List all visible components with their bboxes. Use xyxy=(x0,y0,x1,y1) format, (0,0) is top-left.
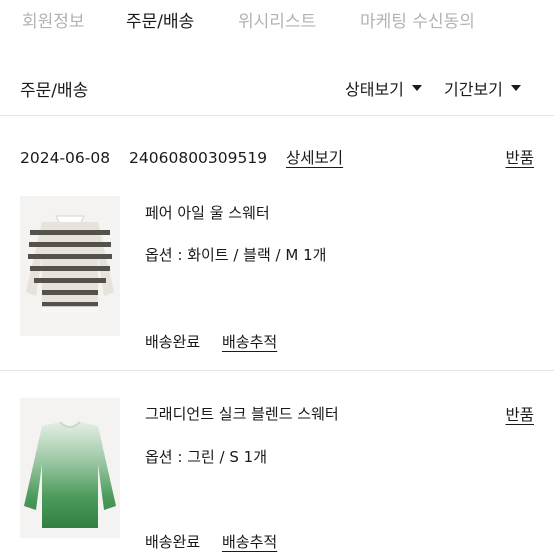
product-name[interactable]: 그래디언트 실크 블렌드 스웨터 xyxy=(145,403,339,424)
caret-down-icon xyxy=(411,85,422,91)
tracking-link[interactable]: 배송추적 xyxy=(222,331,277,352)
order-return-link[interactable]: 반품 xyxy=(505,146,534,168)
tabs-fade-overlay xyxy=(464,0,554,40)
item-return-link[interactable]: 반품 xyxy=(505,403,534,425)
order-date: 2024-06-08 xyxy=(20,149,111,167)
section-title: 주문/배송 xyxy=(20,81,89,101)
product-option: 옵션 : 그린 / S 1개 xyxy=(145,448,268,466)
order-header: 2024-06-08 24060800309519 상세보기 xyxy=(20,146,343,168)
product-option: 옵션 : 화이트 / 블랙 / M 1개 xyxy=(145,246,327,264)
delivery-status: 배송완료 xyxy=(145,533,201,551)
product-image-striped-sweater[interactable] xyxy=(20,196,120,336)
tracking-link[interactable]: 배송추적 xyxy=(222,531,277,552)
tab-member-info[interactable]: 회원정보 xyxy=(22,7,85,32)
mypage-tabs: 회원정보 주문/배송 위시리스트 마케팅 수신동의 xyxy=(0,0,554,40)
caret-down-icon xyxy=(510,85,521,91)
divider xyxy=(0,115,554,116)
status-filter-dropdown[interactable]: 상태보기 xyxy=(345,76,422,100)
product-image-green-gradient-sweater[interactable] xyxy=(20,398,120,538)
tab-marketing-consent[interactable]: 마케팅 수신동의 xyxy=(360,7,475,32)
order-number: 24060800309519 xyxy=(129,149,268,167)
tab-wishlist[interactable]: 위시리스트 xyxy=(238,7,316,32)
tab-order-delivery[interactable]: 주문/배송 xyxy=(126,7,194,32)
divider xyxy=(0,370,554,371)
status-filter-label: 상태보기 xyxy=(345,80,404,99)
period-filter-label: 기간보기 xyxy=(444,80,503,99)
product-name[interactable]: 페어 아일 울 스웨터 xyxy=(145,202,270,223)
delivery-status: 배송완료 xyxy=(145,333,201,351)
order-detail-link[interactable]: 상세보기 xyxy=(286,149,343,167)
period-filter-dropdown[interactable]: 기간보기 xyxy=(444,76,521,100)
